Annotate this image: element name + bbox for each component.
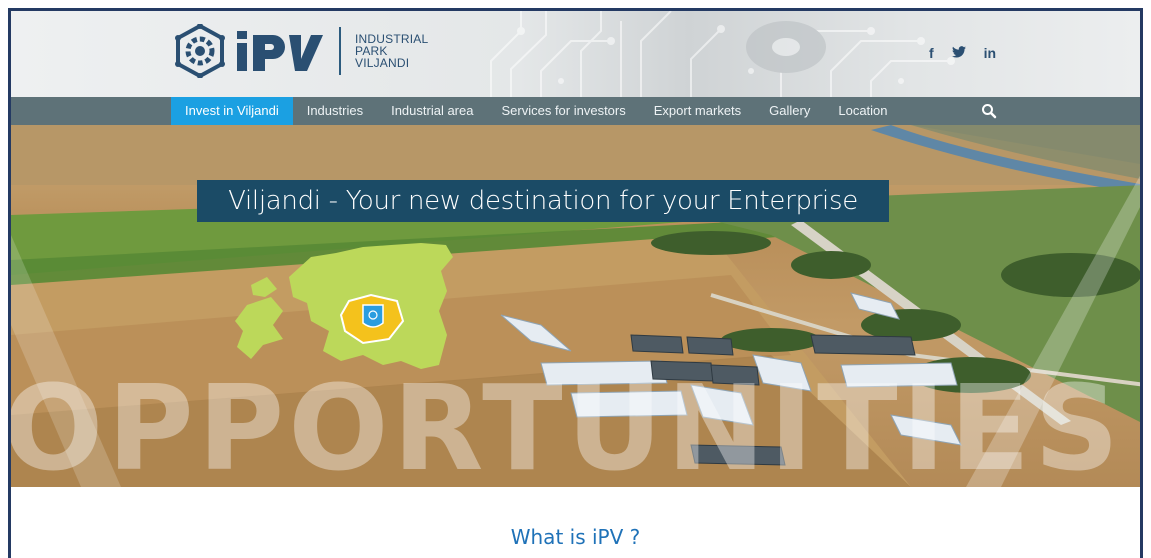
search-icon[interactable] <box>981 103 997 119</box>
linkedin-icon[interactable]: in <box>984 45 996 61</box>
circuit-decoration <box>490 11 955 97</box>
hero-banner: Viljandi - Your new destination for your… <box>11 125 1140 487</box>
logo-separator <box>339 27 341 75</box>
twitter-icon[interactable] <box>951 45 966 61</box>
nav-item-export-markets[interactable]: Export markets <box>640 97 755 125</box>
gear-hexagon-icon <box>175 24 225 78</box>
main-navigation: Invest in Viljandi Industries Industrial… <box>11 97 1140 125</box>
hero-headline: Viljandi - Your new destination for your… <box>197 180 889 222</box>
page-frame: INDUSTRIAL PARK VILJANDI f in Invest in … <box>8 8 1143 558</box>
section-heading: What is iPV ? <box>510 525 641 549</box>
site-logo[interactable]: INDUSTRIAL PARK VILJANDI <box>173 20 428 82</box>
hero-overlay-word: OPPORTUNITIES <box>11 359 1124 487</box>
nav-item-invest-in-viljandi[interactable]: Invest in Viljandi <box>171 97 293 125</box>
logo-caption: INDUSTRIAL PARK VILJANDI <box>355 33 428 69</box>
nav-item-location[interactable]: Location <box>824 97 901 125</box>
ipv-wordmark <box>237 31 323 71</box>
nav-item-gallery[interactable]: Gallery <box>755 97 824 125</box>
facebook-icon[interactable]: f <box>929 45 934 61</box>
nav-item-services-for-investors[interactable]: Services for investors <box>487 97 639 125</box>
logo-line-3: VILJANDI <box>355 56 410 70</box>
social-links: f in <box>929 45 996 61</box>
site-header: INDUSTRIAL PARK VILJANDI f in <box>11 11 1140 97</box>
nav-item-industrial-area[interactable]: Industrial area <box>377 97 487 125</box>
nav-item-industries[interactable]: Industries <box>293 97 377 125</box>
